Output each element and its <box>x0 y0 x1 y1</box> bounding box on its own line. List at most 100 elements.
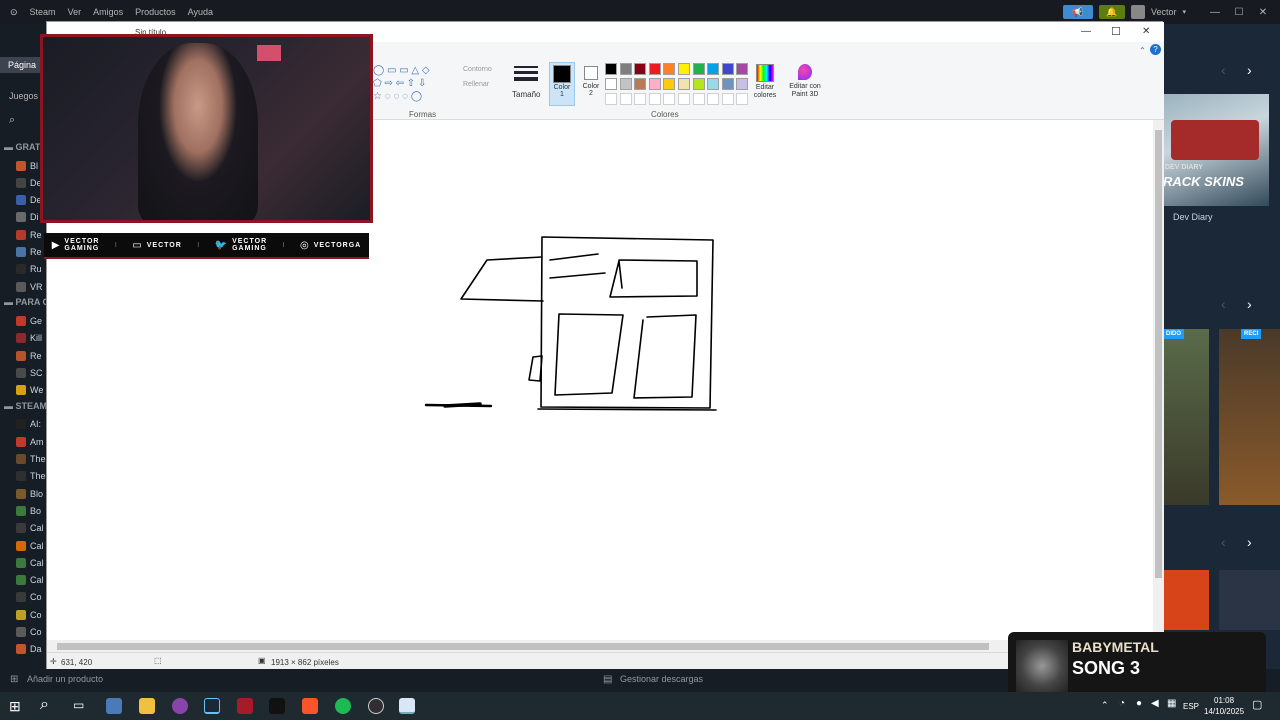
palette-swatch[interactable] <box>648 63 661 75</box>
menu-productos[interactable]: Productos <box>135 7 176 17</box>
menu-steam[interactable]: Steam <box>30 7 56 17</box>
game-tile-left[interactable]: DIDO <box>1163 329 1209 505</box>
wifi-icon[interactable]: ◔ <box>1119 698 1125 709</box>
capcut-app-icon[interactable] <box>269 698 285 714</box>
sidebar-game-item[interactable]: Cal <box>0 520 46 537</box>
sidebar-game-item[interactable]: Ru <box>0 261 46 278</box>
sidebar-game-item[interactable]: Co <box>0 589 46 606</box>
sidebar-section-header[interactable]: ▬ STEAM <box>4 401 46 411</box>
notifications-button[interactable]: 🔔 <box>1098 5 1125 19</box>
prev-arrow-icon[interactable]: ‹ <box>1221 296 1226 312</box>
steam-maximize-button[interactable]: ☐ <box>1230 7 1248 18</box>
color2-button[interactable]: Color 2 <box>578 62 604 106</box>
palette-swatch[interactable] <box>692 63 705 75</box>
explorer-app-icon[interactable] <box>106 698 122 714</box>
palette-swatch-empty[interactable] <box>692 93 705 105</box>
vertical-scrollbar[interactable] <box>1153 120 1164 640</box>
palette-swatch[interactable] <box>634 78 647 90</box>
palette-swatch[interactable] <box>634 63 647 75</box>
notification-icon[interactable]: ▢ <box>1252 698 1262 711</box>
palette-swatch-empty[interactable] <box>605 93 617 105</box>
palette-swatch-empty[interactable] <box>721 93 734 105</box>
clock-date[interactable]: 14/10/2025 <box>1204 707 1244 716</box>
steam-logo-icon[interactable]: ⊙ <box>10 7 18 18</box>
menu-ver[interactable]: Ver <box>68 7 82 17</box>
sidebar-game-item[interactable]: Cal <box>0 572 46 589</box>
palette-swatch-empty[interactable] <box>619 93 632 105</box>
sidebar-game-item[interactable]: The <box>0 468 46 485</box>
paint-app-icon[interactable] <box>399 698 415 714</box>
sidebar-game-item[interactable]: Re <box>0 226 46 243</box>
edit-paint3d-button[interactable]: Editar con Paint 3D <box>783 64 827 99</box>
palette-swatch[interactable] <box>721 78 734 90</box>
sidebar-game-item[interactable]: Re <box>0 244 46 261</box>
palette-swatch[interactable] <box>707 63 720 75</box>
downloads-icon[interactable]: ▤ <box>603 674 612 685</box>
sidebar-game-item[interactable]: Cal <box>0 537 46 554</box>
red-app-icon[interactable] <box>237 698 253 714</box>
tray-chevron-icon[interactable]: ⌃ <box>1101 700 1109 711</box>
sidebar-game-item[interactable]: Blo <box>0 485 46 502</box>
palette-swatch[interactable] <box>648 78 661 90</box>
sidebar-game-item[interactable]: Co <box>0 624 46 641</box>
windows-start-icon[interactable]: ⊞ <box>9 698 21 715</box>
scroll-thumb-h[interactable] <box>57 643 989 650</box>
network-icon[interactable]: ▦ <box>1167 698 1176 709</box>
palette-swatch[interactable] <box>663 78 676 90</box>
add-product-link[interactable]: Añadir un producto <box>27 674 103 684</box>
sidebar-game-item[interactable]: Am <box>0 433 46 450</box>
palette-swatch-empty[interactable] <box>663 93 676 105</box>
sidebar-game-item[interactable]: Ge <box>0 312 46 329</box>
sidebar-section-header[interactable]: ▬ PARA G <box>4 297 46 307</box>
dev-diary-banner[interactable]: DEV DIARY RACK SKINS <box>1163 94 1269 206</box>
color1-button[interactable]: Color 1 <box>549 62 575 106</box>
menu-ayuda[interactable]: Ayuda <box>188 7 213 17</box>
steam-close-button[interactable]: ✕ <box>1254 7 1272 18</box>
palette-swatch[interactable] <box>707 78 720 90</box>
collapse-ribbon-icon[interactable]: ⌃ <box>1139 46 1146 55</box>
next-arrow-icon[interactable]: › <box>1247 62 1252 78</box>
clock-time[interactable]: 01:08 <box>1214 696 1234 705</box>
brave-app-icon[interactable] <box>302 698 318 714</box>
palette-swatch-empty[interactable] <box>707 93 720 105</box>
chrome-app-icon[interactable] <box>172 698 188 714</box>
add-icon[interactable]: ⊞ <box>10 674 18 685</box>
steam-app-icon[interactable] <box>204 698 220 714</box>
palette-swatch[interactable] <box>721 63 734 75</box>
paint-minimize-button[interactable]: — <box>1081 26 1091 37</box>
palette-swatch-empty[interactable] <box>634 93 647 105</box>
menu-amigos[interactable]: Amigos <box>93 7 123 17</box>
sidebar-game-item[interactable]: Co <box>0 606 46 623</box>
game-tile-right[interactable]: RECI <box>1219 329 1280 505</box>
size-button[interactable]: Tamaño <box>512 64 540 102</box>
palette-swatch-empty[interactable] <box>678 93 690 105</box>
sidebar-game-item[interactable]: Da <box>0 641 46 658</box>
next-arrow-icon[interactable]: › <box>1247 534 1252 550</box>
palette-swatch[interactable] <box>678 63 690 75</box>
palette-swatch[interactable] <box>736 63 749 75</box>
task-view-icon[interactable]: ▭ <box>73 698 84 712</box>
mic-icon[interactable]: ● <box>1136 698 1142 709</box>
sidebar-section-header[interactable]: ▬ GRAT <box>4 142 40 152</box>
chevron-down-icon[interactable]: ▾ <box>1182 8 1186 16</box>
spotify-app-icon[interactable] <box>335 698 351 714</box>
username[interactable]: Vector <box>1151 7 1177 17</box>
paint-maximize-button[interactable]: ☐ <box>1111 25 1121 38</box>
sidebar-game-item[interactable]: We <box>0 382 46 399</box>
palette-swatch[interactable] <box>736 78 749 90</box>
avatar[interactable] <box>1130 5 1145 19</box>
prev-arrow-icon[interactable]: ‹ <box>1221 62 1226 78</box>
sidebar-game-item[interactable]: Kill <box>0 330 46 347</box>
palette-swatch[interactable] <box>619 78 632 90</box>
paint-close-button[interactable]: ✕ <box>1142 26 1150 37</box>
palette-swatch[interactable] <box>619 63 632 75</box>
search-icon[interactable]: ⌕ <box>40 696 49 714</box>
sidebar-game-item[interactable]: Bo <box>0 502 46 519</box>
steam-minimize-button[interactable]: — <box>1206 7 1224 18</box>
sidebar-game-item[interactable]: AI: <box>0 416 46 433</box>
palette-swatch[interactable] <box>663 63 676 75</box>
palette-swatch[interactable] <box>692 78 705 90</box>
scroll-thumb-v[interactable] <box>1155 130 1162 578</box>
search-icon[interactable]: ⌕ <box>9 114 15 127</box>
obs-app-icon[interactable] <box>368 698 384 714</box>
